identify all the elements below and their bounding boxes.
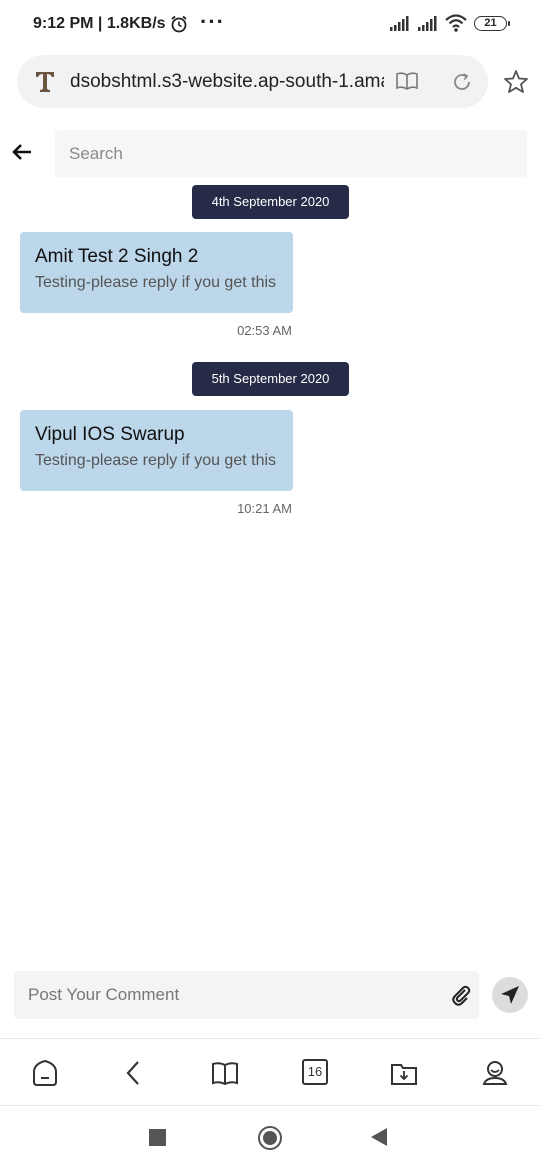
refresh-icon[interactable] [451,71,473,93]
signal-icon [390,16,409,31]
reader-mode-icon[interactable] [395,71,419,91]
message-bubble[interactable]: Amit Test 2 Singh 2 Testing-please reply… [20,232,293,313]
date-separator: 4th September 2020 [192,185,349,219]
signal-icon-2 [418,16,437,31]
recent-apps-icon[interactable] [149,1129,166,1146]
message-text: Testing-please reply if you get this [35,274,277,291]
comment-bar [14,971,479,1019]
send-icon [501,986,519,1004]
bookmark-star-icon[interactable] [503,69,529,95]
message-time: 10:21 AM [237,501,292,516]
message-sender: Vipul IOS Swarup [35,424,185,445]
back-icon[interactable] [119,1058,149,1088]
system-back-icon[interactable] [371,1128,387,1146]
wifi-icon [445,14,467,32]
status-time: 9:12 PM | 1.8KB/s [33,15,166,32]
system-nav-bar [0,1106,540,1170]
status-bar: 9:12 PM | 1.8KB/s ··· 21 [0,0,540,48]
system-home-icon[interactable] [258,1126,282,1150]
back-arrow-icon[interactable] [11,141,33,163]
tabs-button[interactable]: 16 [302,1059,328,1085]
send-button[interactable] [492,977,528,1013]
message-sender: Amit Test 2 Singh 2 [35,246,199,267]
bookmarks-icon[interactable] [210,1058,240,1088]
site-favicon-icon [36,72,54,92]
date-separator: 5th September 2020 [192,362,349,396]
home-icon[interactable] [30,1058,60,1088]
attachment-icon[interactable] [450,984,472,1006]
battery-indicator: 21 [474,16,510,31]
more-icon: ··· [200,9,225,34]
message-bubble[interactable]: Vipul IOS Swarup Testing-please reply if… [20,410,293,491]
message-time: 02:53 AM [237,323,292,338]
downloads-icon[interactable] [389,1058,419,1088]
url-text[interactable]: dsobshtml.s3-website.ap-south-1.amazonaw… [70,71,384,93]
comment-input[interactable] [14,971,434,1019]
message-text: Testing-please reply if you get this [35,452,277,469]
alarm-icon [171,15,187,33]
address-bar[interactable]: dsobshtml.s3-website.ap-south-1.amazonaw… [17,55,488,108]
profile-icon[interactable] [480,1058,510,1088]
search-input[interactable] [55,130,527,177]
browser-toolbar: 16 [0,1038,540,1106]
